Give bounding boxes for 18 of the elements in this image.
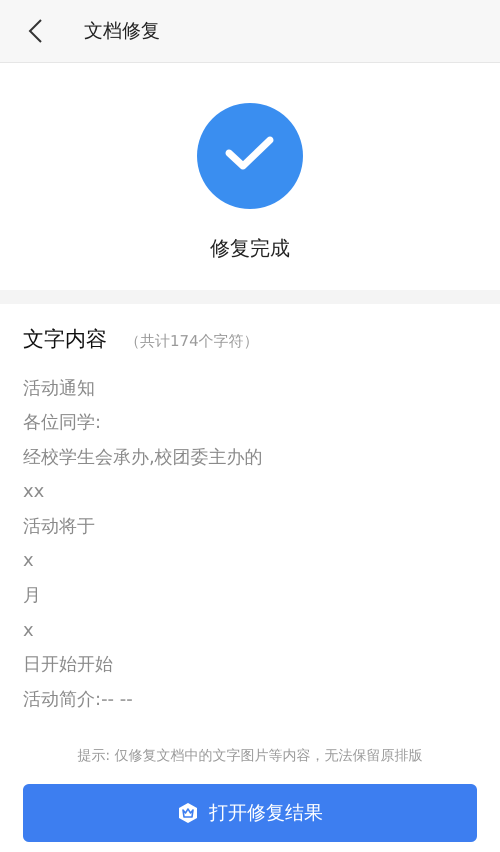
text-line: 日开始开始 [23,653,114,678]
text-line: 经校学生会承办,校团委主办的 [23,446,264,470]
text-line: 活动将于 [23,514,96,539]
text-line: xx [23,480,46,504]
text-line: 活动简介:-- -- [23,688,134,712]
text-line: 活动通知 [23,376,96,400]
back-icon[interactable] [27,18,43,44]
status-text: 修复完成 [210,235,290,262]
section-heading: 文字内容 [23,326,107,353]
crown-badge-icon [177,802,199,824]
text-line: x [23,618,35,643]
text-line: 月 [23,584,42,608]
page-title: 文档修复 [84,18,160,44]
open-result-button[interactable]: 打开修复结果 [23,784,477,842]
hint-text: 提示: 仅修复文档中的文字图片等内容，无法保留原排版 [76,747,424,766]
text-line: x [23,549,35,574]
character-count: （共计174个字符） [125,331,259,352]
text-line: 各位同学: [23,411,102,436]
